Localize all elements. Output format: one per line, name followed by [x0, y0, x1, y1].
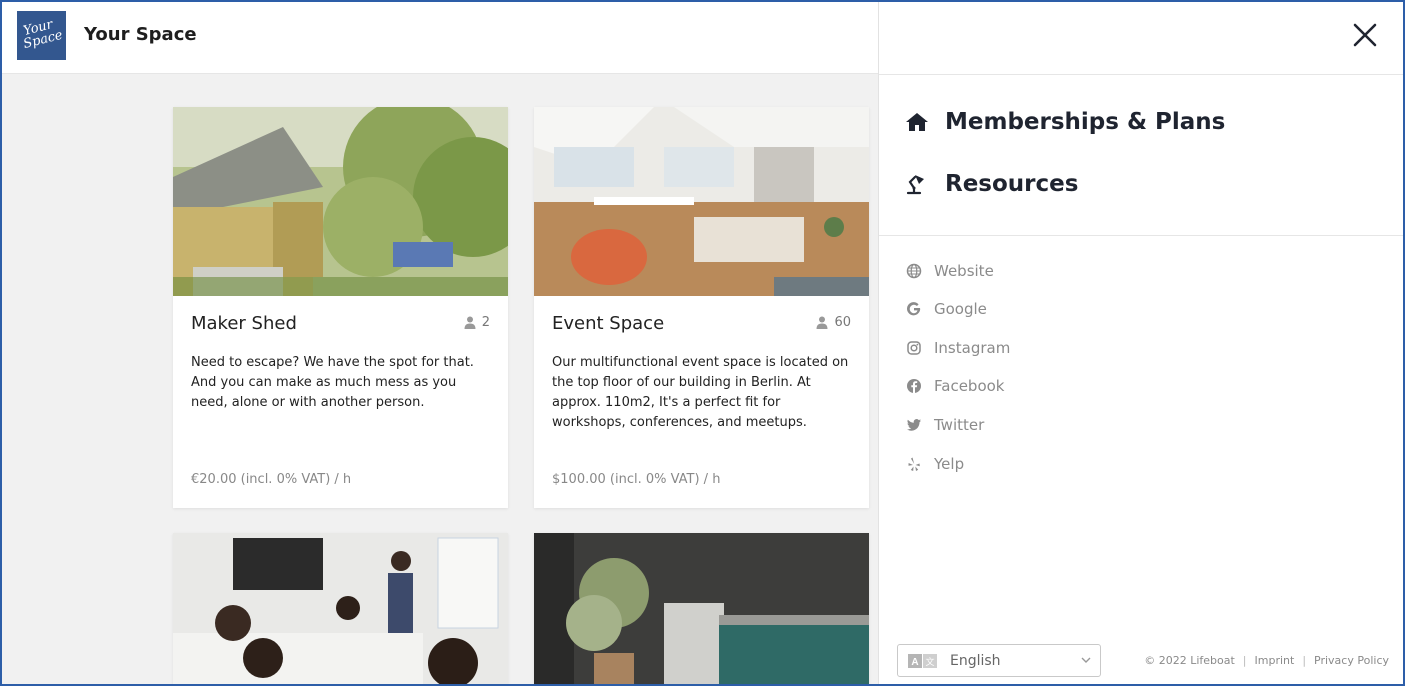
nav-resources[interactable]: Resources [905, 171, 1078, 197]
instagram-icon [907, 341, 921, 355]
footer-divider: | [1302, 654, 1307, 667]
resource-card-dark-room[interactable] [534, 533, 869, 684]
twitter-icon [907, 419, 921, 431]
resource-image-dark-room [534, 533, 869, 684]
chevron-down-icon [1081, 657, 1091, 663]
link-label: Twitter [934, 416, 985, 434]
link-label: Website [934, 262, 994, 280]
copyright-text: © 2022 Lifeboat [1144, 654, 1235, 667]
language-value: English [950, 652, 1001, 669]
resource-title: Maker Shed [191, 313, 297, 334]
link-yelp[interactable]: Yelp [906, 455, 964, 473]
google-icon [907, 302, 921, 316]
top-bar: Your Space Your Space [2, 2, 878, 74]
capacity-count: 60 [834, 315, 851, 330]
nav-label: Resources [945, 171, 1079, 197]
nav-label: Memberships & Plans [945, 109, 1226, 135]
home-icon [906, 113, 928, 131]
nav-memberships-plans[interactable]: Memberships & Plans [905, 109, 1225, 135]
desk-lamp-icon [906, 175, 924, 195]
resource-image-meeting-room [173, 533, 508, 684]
yelp-icon [908, 457, 920, 471]
footer-divider: | [1242, 654, 1247, 667]
capacity: 2 [464, 315, 490, 330]
svg-text:文: 文 [925, 656, 934, 667]
link-instagram[interactable]: Instagram [906, 339, 1010, 357]
drawer-divider [879, 235, 1403, 236]
person-icon [816, 316, 828, 329]
link-label: Instagram [934, 339, 1011, 357]
drawer-footer: © 2022 Lifeboat | Imprint | Privacy Poli… [1144, 654, 1389, 667]
link-label: Yelp [934, 455, 965, 473]
link-google[interactable]: Google [906, 300, 987, 318]
resource-card-maker-shed[interactable]: Maker Shed 2 Need to escape? We have the… [173, 107, 508, 508]
resource-image-maker-shed [173, 107, 508, 296]
svg-text:A: A [911, 657, 918, 668]
link-label: Facebook [934, 377, 1005, 395]
close-drawer-button[interactable] [1352, 22, 1378, 48]
privacy-policy-link[interactable]: Privacy Policy [1314, 654, 1389, 667]
facebook-icon [907, 379, 921, 393]
link-label: Google [934, 300, 987, 318]
resource-image-event-space [534, 107, 869, 296]
resource-description: Our multifunctional event space is locat… [552, 355, 849, 430]
resource-card-event-space[interactable]: Event Space 60 Our multifunctional event… [534, 107, 869, 508]
resource-title: Event Space [552, 313, 665, 334]
imprint-link[interactable]: Imprint [1255, 654, 1295, 667]
language-select[interactable]: A 文 English [897, 644, 1101, 677]
app-window: Your Space Your Space Maker Shed 2 Need … [0, 0, 1405, 686]
capacity-count: 2 [481, 315, 490, 330]
capacity: 60 [816, 315, 851, 330]
link-website[interactable]: Website [906, 262, 994, 280]
app-name[interactable]: Your Space [84, 24, 197, 45]
link-twitter[interactable]: Twitter [906, 416, 984, 434]
drawer-header [879, 2, 1403, 75]
resource-price: €20.00 (incl. 0% VAT) / h [191, 472, 352, 487]
globe-icon [906, 263, 922, 279]
person-icon [464, 316, 476, 329]
resource-card-meeting-room[interactable] [173, 533, 508, 684]
translate-icon: A 文 [908, 653, 937, 668]
resource-description: Need to escape? We have the spot for tha… [191, 355, 474, 410]
close-icon [1353, 23, 1377, 47]
side-drawer: Memberships & Plans Resources Website Go… [878, 2, 1403, 684]
link-facebook[interactable]: Facebook [906, 377, 1004, 395]
brand-logo[interactable]: Your Space [17, 11, 66, 60]
resource-price: $100.00 (incl. 0% VAT) / h [552, 472, 721, 487]
